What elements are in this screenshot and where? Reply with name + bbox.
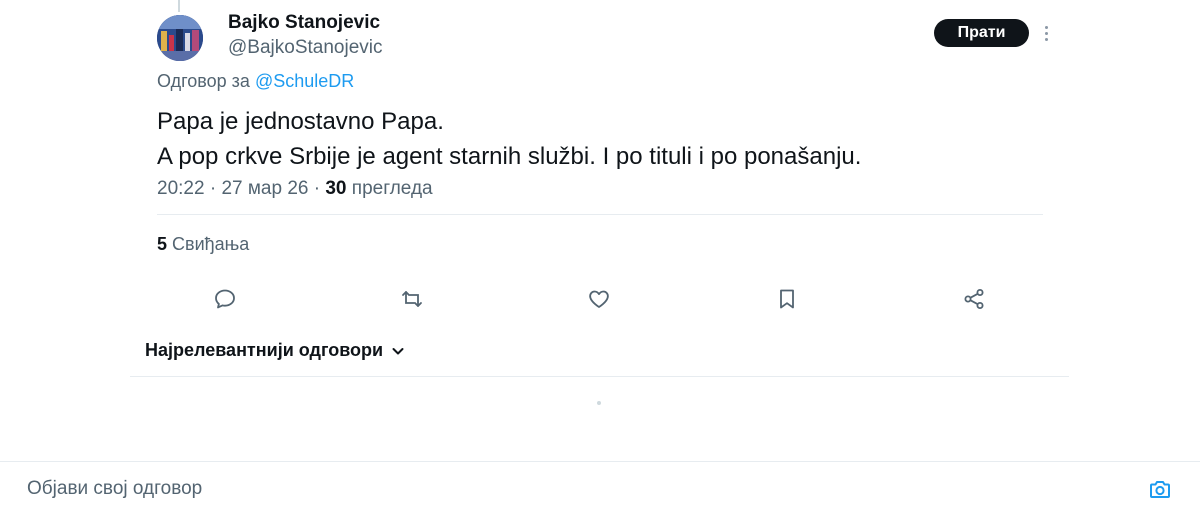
tweet-meta: 20:22 · 27 мар 26 · 30 прегледа (157, 178, 433, 200)
avatar-image (157, 15, 203, 61)
divider (157, 214, 1043, 215)
views-label: прегледа (351, 178, 433, 199)
tweet-text-line: Papa je jednostavno Papa. (157, 108, 444, 135)
camera-icon (1150, 481, 1170, 498)
author-handle[interactable]: @BajkoStanojevic (228, 37, 382, 59)
chevron-down-icon (392, 347, 404, 354)
tweet-date-link[interactable]: 27 мар 26 (221, 178, 308, 199)
meta-separator: · (313, 178, 321, 199)
camera-button[interactable] (1148, 477, 1172, 501)
author-display-name[interactable]: Bajko Stanojevic (228, 12, 380, 34)
reply-to-mention-link[interactable]: @SchuleDR (255, 71, 354, 91)
retweet-button[interactable] (399, 285, 425, 313)
retweet-icon (402, 291, 422, 307)
loading-indicator (597, 401, 601, 405)
divider (130, 376, 1069, 377)
like-button[interactable] (586, 285, 612, 313)
share-icon (964, 289, 984, 309)
likes-count: 5 (157, 234, 168, 254)
reply-to-line: Одговор за @SchuleDR (157, 71, 354, 92)
comment-icon (215, 289, 235, 309)
bookmark-button[interactable] (774, 285, 800, 313)
tweet-text-line: A pop crkve Srbije je agent starnih služ… (157, 143, 862, 170)
likes-link[interactable]: 5 Свиђања (157, 234, 249, 255)
reply-to-prefix: Одговор за (157, 71, 250, 91)
composer-divider (0, 461, 1200, 462)
more-options-icon[interactable] (1038, 22, 1054, 44)
reply-button[interactable] (212, 285, 238, 313)
meta-separator: · (209, 178, 217, 199)
avatar[interactable] (157, 15, 203, 61)
bookmark-icon (780, 289, 794, 309)
likes-label: Свиђања (172, 234, 250, 254)
reply-composer-input[interactable]: Објави свој одговор (27, 478, 202, 500)
replies-sort-dropdown[interactable]: Најрелевантнији одговори (145, 340, 405, 361)
replies-sort-label: Најрелевантнији одговори (145, 340, 384, 360)
thread-connector-line (178, 0, 180, 12)
share-button[interactable] (961, 285, 987, 313)
tweet-text: Papa je jednostavno Papa. A pop crkve Sr… (157, 104, 861, 174)
heart-icon (589, 290, 609, 308)
tweet-time-link[interactable]: 20:22 (157, 178, 205, 199)
follow-button[interactable]: Прати (934, 19, 1029, 47)
views-count: 30 (325, 178, 347, 199)
action-bar (0, 285, 1200, 313)
